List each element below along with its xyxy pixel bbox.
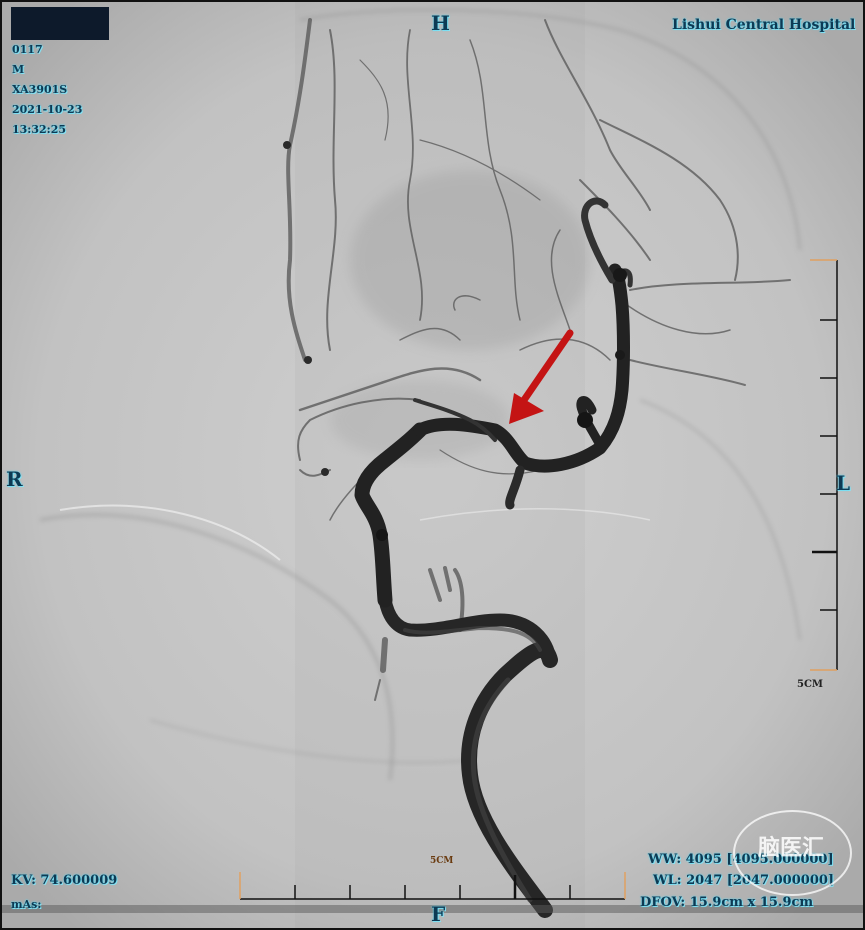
fov-readout: DFOV: 15.9cm x 15.9cm xyxy=(640,895,814,910)
scale-label-right: 5CM xyxy=(797,679,823,690)
study-time: 13:32:25 xyxy=(12,123,67,136)
patient-sex: M xyxy=(12,63,25,76)
patient-id: 0117 xyxy=(12,43,43,56)
study-date: 2021-10-23 xyxy=(12,103,83,116)
study-code: XA3901S xyxy=(12,83,68,96)
angiogram-image xyxy=(0,0,865,930)
kv-readout: KV: 74.600009 xyxy=(11,873,118,888)
watermark-text: 脑医汇 xyxy=(758,836,825,861)
angiography-viewer: 0117 M XA3901S 2021-10-23 13:32:25 Lishu… xyxy=(0,0,865,930)
scale-label-bottom: 5CM xyxy=(430,856,454,866)
orientation-right: L xyxy=(836,471,851,495)
patient-info: 0117 M XA3901S 2021-10-23 13:32:25 xyxy=(12,40,82,140)
orientation-bottom: F xyxy=(431,902,446,926)
orientation-top: H xyxy=(431,11,450,35)
hospital-name: Lishui Central Hospital xyxy=(672,17,856,33)
patient-name-redaction xyxy=(11,7,109,40)
orientation-left: R xyxy=(6,467,23,491)
mas-readout: mAs: xyxy=(11,898,42,911)
